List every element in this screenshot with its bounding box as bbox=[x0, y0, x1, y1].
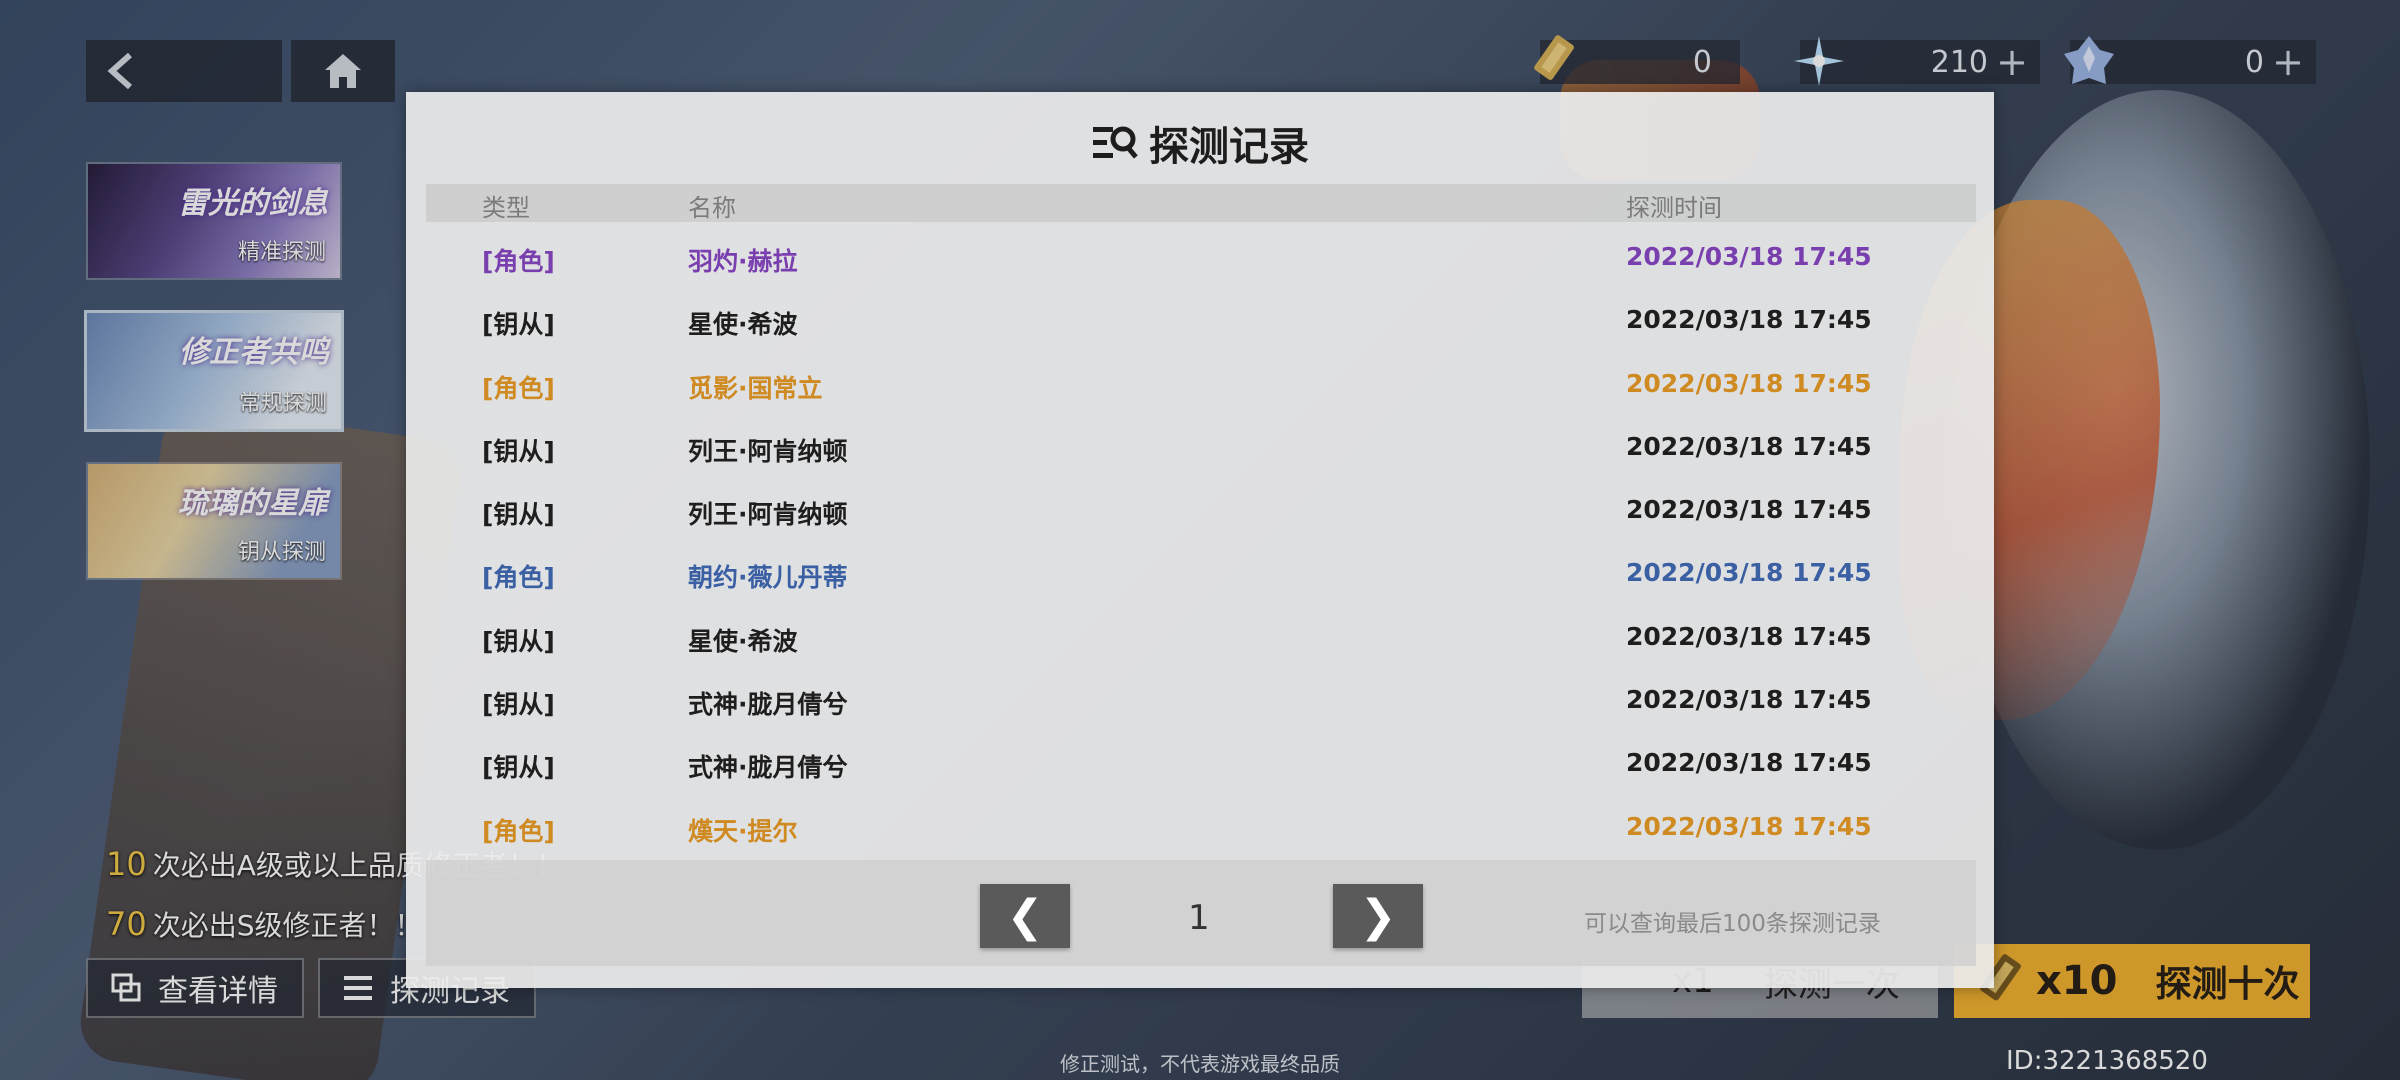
record-limit-note: 可以查询最后100条探测记录 bbox=[1584, 911, 1881, 937]
pagination: ❮ 1 ❯ 可以查询最后100条探测记录 bbox=[426, 860, 1976, 966]
record-type: [钥从] bbox=[482, 753, 555, 783]
page-number: 1 bbox=[1188, 898, 1210, 938]
record-type: [角色] bbox=[482, 247, 555, 276]
record-time: 2022/03/18 17:45 bbox=[1626, 431, 1872, 461]
record-name: 熯天·提尔 bbox=[688, 816, 798, 846]
record-name: 羽灼·赫拉 bbox=[688, 247, 798, 276]
header-time: 探测时间 bbox=[1626, 194, 1722, 222]
table-row: [钥从] 列王·阿肯纳顿 2022/03/18 17:45 bbox=[426, 475, 1976, 538]
record-type: [角色] bbox=[482, 563, 555, 593]
record-time: 2022/03/18 17:45 bbox=[1626, 748, 1872, 778]
chevron-right-icon: ❯ bbox=[1359, 890, 1397, 942]
header-name: 名称 bbox=[688, 194, 736, 222]
table-row: [角色] 觅影·国常立 2022/03/18 17:45 bbox=[426, 349, 1976, 412]
table-row: [角色] 朝约·薇儿丹蒂 2022/03/18 17:45 bbox=[426, 538, 1976, 601]
next-page-button[interactable]: ❯ bbox=[1333, 884, 1423, 948]
header-type: 类型 bbox=[482, 194, 530, 222]
table-row: [角色] 羽灼·赫拉 2022/03/18 17:45 bbox=[426, 222, 1976, 285]
record-name: 式神·胧月倩兮 bbox=[688, 690, 848, 720]
record-type: [角色] bbox=[482, 373, 555, 403]
prev-page-button[interactable]: ❮ bbox=[980, 884, 1070, 948]
record-time: 2022/03/18 17:45 bbox=[1626, 495, 1872, 525]
record-type: [钥从] bbox=[482, 626, 555, 656]
record-type: [钥从] bbox=[482, 690, 555, 720]
record-time: 2022/03/18 17:45 bbox=[1626, 305, 1872, 335]
record-type: [钥从] bbox=[482, 500, 555, 530]
record-time: 2022/03/18 17:45 bbox=[1626, 621, 1872, 651]
record-name: 觅影·国常立 bbox=[688, 373, 823, 403]
record-time: 2022/03/18 17:45 bbox=[1626, 368, 1872, 398]
table-row: [角色] 熯天·提尔 2022/03/18 17:45 bbox=[426, 792, 1976, 855]
detection-record-dialog: 探测记录 类型 名称 探测时间 [角色] 羽灼·赫拉 2022/03/18 17:4… bbox=[406, 92, 1994, 988]
dialog-title: 探测记录 bbox=[406, 114, 1994, 172]
record-type: [钥从] bbox=[482, 310, 555, 340]
dialog-title-text: 探测记录 bbox=[1149, 124, 1309, 170]
table-row: [钥从] 式神·胧月倩兮 2022/03/18 17:45 bbox=[426, 665, 1976, 728]
search-list-icon bbox=[1093, 126, 1138, 159]
chevron-left-icon: ❮ bbox=[1006, 890, 1044, 942]
record-time: 2022/03/18 17:45 bbox=[1626, 685, 1872, 715]
record-list: [角色] 羽灼·赫拉 2022/03/18 17:45 [钥从] 星使·希波 2022/0… bbox=[426, 222, 1976, 855]
record-name: 星使·希波 bbox=[688, 626, 798, 656]
record-name: 列王·阿肯纳顿 bbox=[688, 500, 848, 530]
table-header: 类型 名称 探测时间 bbox=[426, 184, 1976, 222]
record-name: 列王·阿肯纳顿 bbox=[688, 436, 848, 466]
record-name: 式神·胧月倩兮 bbox=[688, 753, 848, 783]
table-row: [钥从] 列王·阿肯纳顿 2022/03/18 17:45 bbox=[426, 412, 1976, 475]
record-type: [角色] bbox=[482, 816, 555, 846]
record-name: 星使·希波 bbox=[688, 310, 798, 340]
record-type: [钥从] bbox=[482, 436, 555, 466]
record-name: 朝约·薇儿丹蒂 bbox=[688, 563, 848, 593]
record-time: 2022/03/18 17:45 bbox=[1626, 811, 1872, 841]
table-row: [钥从] 星使·希波 2022/03/18 17:45 bbox=[426, 602, 1976, 665]
record-time: 2022/03/18 17:45 bbox=[1626, 242, 1872, 271]
table-row: [钥从] 式神·胧月倩兮 2022/03/18 17:45 bbox=[426, 728, 1976, 791]
record-time: 2022/03/18 17:45 bbox=[1626, 558, 1872, 588]
table-row: [钥从] 星使·希波 2022/03/18 17:45 bbox=[426, 285, 1976, 348]
